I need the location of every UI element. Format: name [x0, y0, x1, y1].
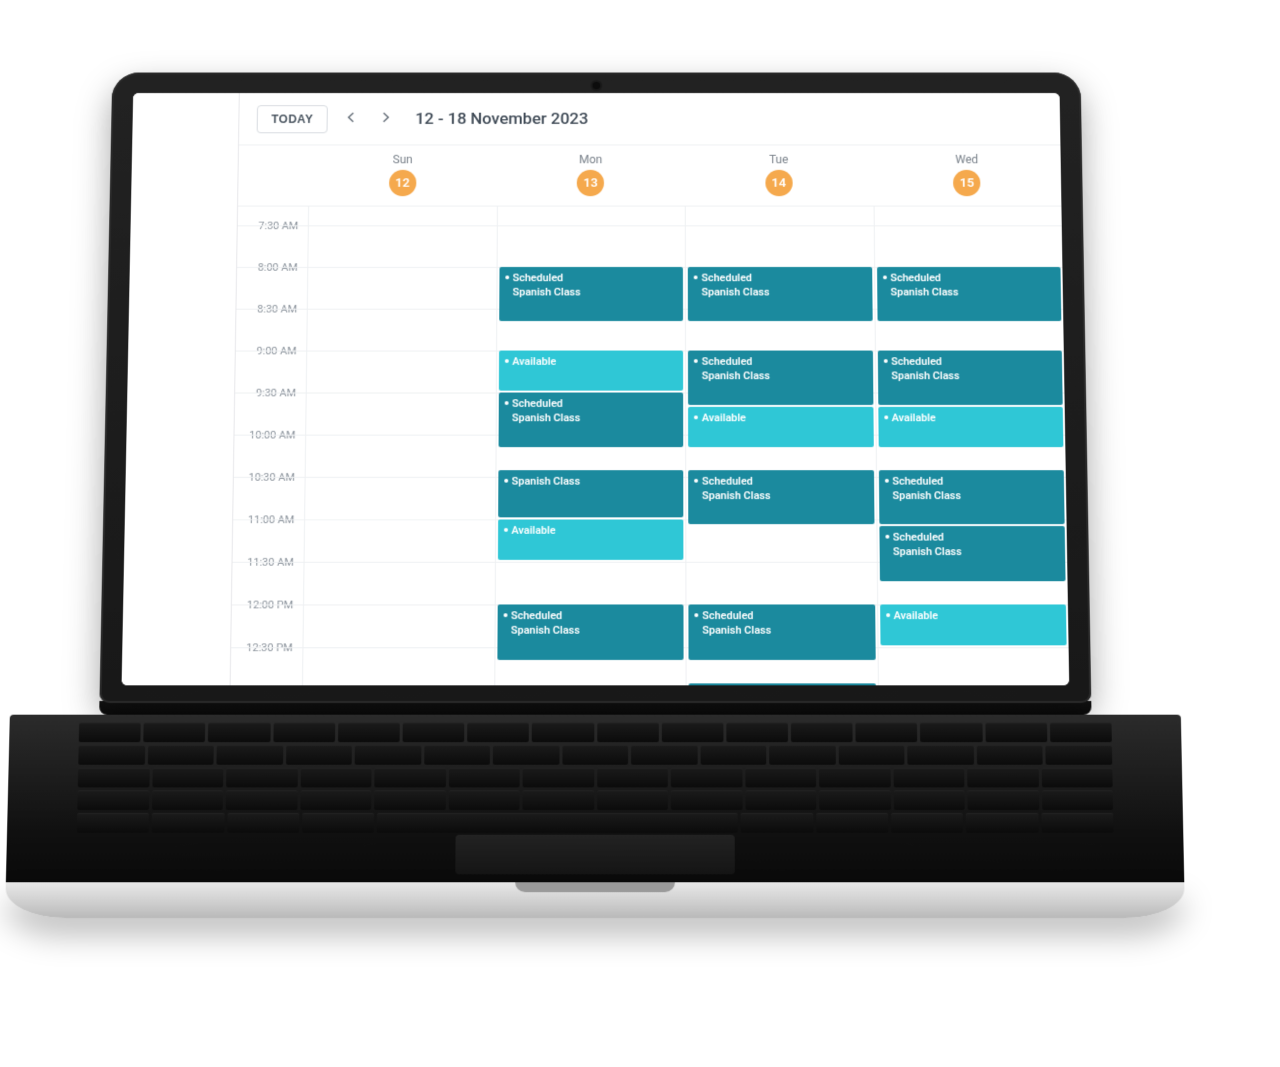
event-subtitle: Spanish Class: [512, 412, 675, 426]
time-label: 1:00 PM: [252, 684, 292, 685]
left-rail: [122, 93, 240, 685]
event-available[interactable]: Available: [497, 519, 683, 560]
event-available[interactable]: Available: [880, 604, 1067, 645]
event-title: Scheduled: [511, 609, 562, 622]
event-scheduled[interactable]: Scheduled Spanish Class: [498, 393, 683, 447]
event-title: Scheduled: [702, 355, 753, 367]
chevron-left-icon: [347, 110, 355, 128]
event-title: Available: [702, 411, 746, 423]
event-title: Scheduled: [512, 397, 563, 409]
next-week-button[interactable]: [374, 108, 398, 130]
calendar-app: TODAY 12 - 18 November 2023: [122, 93, 1070, 685]
event-subtitle: Spanish Class: [893, 546, 1057, 560]
calendar-grid[interactable]: Sun 12 Mon 13 Tue 14 Wed 15 7:30 AM8:00 AM8:30 …: [231, 145, 1070, 685]
prev-week-button[interactable]: [339, 108, 363, 130]
event-title: Scheduled: [890, 272, 941, 284]
event-subtitle: Spanish Class: [891, 369, 1054, 383]
event-scheduled[interactable]: ScheduledSpanish Class: [688, 470, 874, 525]
event-title: Scheduled: [702, 609, 753, 622]
event-title: Spanish Class: [512, 475, 581, 488]
event-subtitle: Spanish Class: [511, 624, 676, 638]
day-headers: Sun 12 Mon 13 Tue 14 Wed 15: [238, 145, 1061, 206]
event-subtitle: Spanish Class: [702, 624, 867, 638]
event-title: Scheduled: [892, 475, 943, 488]
day-of-week-label: Tue: [685, 153, 873, 166]
calendar-toolbar: TODAY 12 - 18 November 2023: [239, 93, 1060, 145]
event-scheduled[interactable]: Scheduled Spanish Class: [877, 267, 1062, 321]
event-title: Scheduled: [513, 272, 564, 284]
event-scheduled[interactable]: ScheduledSpanish Class: [878, 470, 1064, 525]
event-scheduled[interactable]: Scheduled Spanish Class: [877, 351, 1062, 405]
event-scheduled[interactable]: ScheduledSpanish Class: [689, 683, 876, 685]
event-scheduled[interactable]: Scheduled Spanish Class: [499, 267, 683, 321]
event-title: Scheduled: [893, 531, 944, 544]
event-scheduled[interactable]: Spanish Class: [498, 470, 684, 518]
day-column[interactable]: ScheduledSpanish ClassScheduledSpanish C…: [685, 207, 878, 686]
chevron-right-icon: [382, 110, 390, 128]
event-title: Scheduled: [891, 355, 942, 367]
day-number-badge: 15: [953, 170, 981, 196]
event-title: Scheduled: [702, 475, 753, 488]
day-header[interactable]: Wed 15: [873, 145, 1062, 205]
event-available[interactable]: Available: [498, 351, 683, 391]
event-available[interactable]: Available: [688, 407, 873, 447]
day-header[interactable]: Mon 13: [496, 145, 684, 205]
day-of-week-label: Sun: [309, 153, 497, 166]
event-title: Available: [512, 355, 556, 367]
event-scheduled[interactable]: Scheduled Spanish Class: [688, 267, 872, 321]
event-title: Available: [892, 411, 936, 423]
event-title: Scheduled: [701, 272, 752, 284]
event-subtitle: Spanish Class: [890, 286, 1053, 300]
day-of-week-label: Mon: [497, 153, 685, 166]
event-scheduled[interactable]: Scheduled Spanish Class: [879, 526, 1066, 581]
main-pane: TODAY 12 - 18 November 2023: [231, 93, 1070, 685]
date-range-label: 12 - 18 November 2023: [415, 109, 588, 128]
day-of-week-label: Wed: [873, 153, 1061, 166]
event-scheduled[interactable]: Scheduled Spanish Class: [497, 604, 684, 659]
day-number-badge: 14: [765, 170, 792, 196]
event-subtitle: Spanish Class: [702, 286, 865, 300]
event-subtitle: Spanish Class: [892, 489, 1056, 503]
event-scheduled[interactable]: Scheduled Spanish Class: [688, 351, 873, 405]
day-number-badge: 13: [577, 170, 604, 196]
day-header[interactable]: Tue 14: [685, 145, 873, 205]
day-number-badge: 12: [389, 170, 416, 196]
day-header[interactable]: Sun 12: [308, 145, 497, 205]
day-column[interactable]: ScheduledSpanish ClassScheduledSpanish C…: [873, 207, 1069, 686]
today-button[interactable]: TODAY: [257, 105, 328, 133]
day-column[interactable]: [301, 207, 496, 686]
event-subtitle: Spanish Class: [702, 489, 866, 503]
day-column[interactable]: Scheduled Spanish Class Available Scheduled…: [494, 207, 686, 686]
event-subtitle: Spanish Class: [702, 369, 865, 383]
event-subtitle: Spanish Class: [513, 286, 676, 300]
event-available[interactable]: Available: [878, 407, 1064, 447]
time-column: 7:30 AM8:00 AM8:30 AM9:00 AM9:30 AM10:00…: [231, 207, 308, 686]
event-scheduled[interactable]: Scheduled Spanish Class: [688, 604, 875, 659]
event-title: Available: [511, 524, 555, 537]
event-title: Available: [894, 609, 939, 622]
grid-body: 7:30 AM8:00 AM8:30 AM9:00 AM9:30 AM10:00…: [231, 207, 1070, 686]
